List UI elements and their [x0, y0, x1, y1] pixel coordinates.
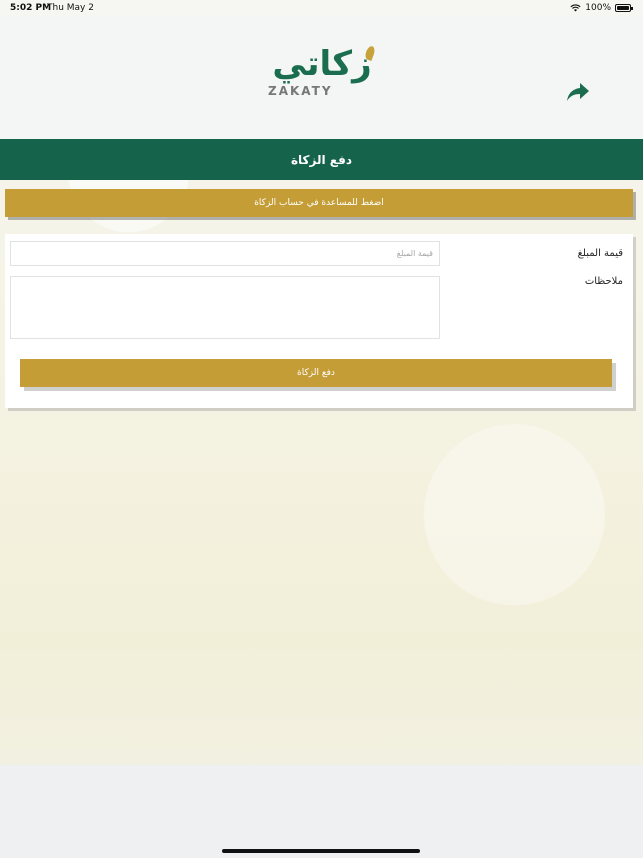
battery-icon [615, 4, 633, 12]
battery-percent: 100% [585, 3, 611, 13]
wifi-icon [570, 4, 581, 12]
logo-english-text: ZAKATY [268, 84, 333, 98]
page-title: دفع الزكاة [290, 152, 353, 167]
pay-zakat-button[interactable]: دفع الزكاة [20, 359, 612, 387]
status-bar: 5:02 PM Thu May 2 100% [0, 0, 643, 16]
zakat-help-button[interactable]: اضغط للمساعدة في حساب الزكاة [5, 189, 633, 217]
payment-form-card: قيمة المبلغ ملاحظات دفع الزكاة [5, 234, 633, 408]
zakaty-logo: زكاتي ZAKATY [262, 44, 382, 100]
page-title-bar: دفع الزكاة [0, 139, 643, 180]
share-forward-icon[interactable] [566, 82, 590, 102]
logo-arabic-text: زكاتي [272, 44, 372, 84]
home-indicator [222, 849, 420, 853]
bottom-band [0, 765, 643, 858]
status-time: 5:02 PM [10, 3, 52, 13]
amount-input[interactable] [10, 241, 440, 266]
status-indicators: 100% [570, 3, 633, 13]
notes-label: ملاحظات [584, 276, 623, 287]
status-date: Thu May 2 [47, 3, 94, 13]
app-header: زكاتي ZAKATY [0, 16, 643, 139]
notes-textarea[interactable] [10, 276, 440, 339]
amount-label: قيمة المبلغ [577, 248, 623, 259]
